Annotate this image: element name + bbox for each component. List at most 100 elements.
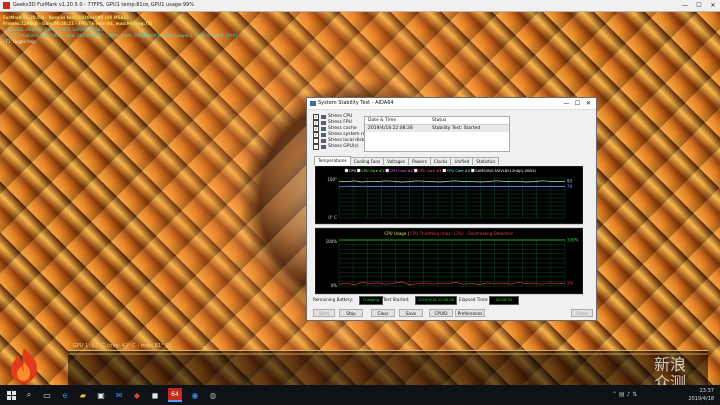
aida-maximize-button[interactable]: ☐ — [572, 98, 583, 109]
status-table: Date & Time Status 2019/4/18 22:08:28 St… — [364, 116, 510, 152]
minimize-button[interactable]: — — [678, 0, 692, 11]
app-gray-icon[interactable]: ◍ — [206, 388, 220, 402]
app-dark-icon[interactable]: ◼ — [148, 388, 162, 402]
cpu-icon — [321, 115, 326, 119]
clock-date: 2019/4/18 — [688, 396, 714, 402]
furmark-icon[interactable]: 64 — [168, 388, 182, 402]
furmark-osd: FurMark v1.20.5.0 - Burn-in test, 1920x1… — [3, 15, 237, 45]
legend-checkbox — [385, 168, 389, 173]
row-datetime: 2019/4/18 22:08:28 — [368, 126, 413, 131]
cpuid-button[interactable]: CPUID — [429, 309, 453, 317]
tab-statistics[interactable]: Statistics — [472, 157, 500, 165]
legend-entry: CPU — [349, 169, 357, 173]
cache-icon — [321, 127, 326, 131]
explorer-icon[interactable]: ▰ — [76, 388, 90, 402]
test-started-value: 2019/4/18 22:08:28 — [415, 296, 457, 305]
tab-powers[interactable]: Powers — [408, 157, 431, 165]
data-value-label: 5% — [567, 281, 574, 286]
save-button[interactable]: Save — [399, 309, 423, 317]
y-tick-label: 0% — [331, 283, 338, 288]
legend-checkbox — [344, 168, 349, 173]
legend-entry: SAMSUNG MZVLB512HAJQ-000H1 — [475, 169, 536, 173]
status-table-header: Date & Time Status — [365, 117, 509, 125]
app-red-icon[interactable]: ◆ — [130, 388, 144, 402]
stress-gpu-label: Stress GPU(s) — [328, 144, 359, 149]
furmark-app-icon — [3, 2, 10, 9]
gpu-icon — [321, 145, 326, 149]
osd-line-help: - F1: toggle help — [3, 39, 36, 44]
legend-checkbox — [357, 168, 361, 173]
maximize-button[interactable]: ☐ — [692, 0, 706, 11]
data-value-label: 79 — [567, 184, 573, 189]
chart-panel-bg — [314, 165, 584, 225]
y-tick-label: 100° — [327, 177, 337, 182]
test-started-label: Test Started: — [383, 297, 410, 302]
mail-icon[interactable]: ✉ — [112, 388, 126, 402]
fpu-icon — [321, 121, 326, 125]
aida-window-controls: — ☐ ✕ — [561, 98, 594, 109]
table-row[interactable]: 2019/4/18 22:08:28 Stability Test: Start… — [365, 125, 509, 132]
taskview-icon[interactable]: ▭ — [40, 388, 54, 402]
elapsed-label: Elapsed Time: — [459, 297, 489, 302]
row-status: Stability Test: Started — [432, 126, 481, 131]
usage-title-part: CPU Usage | — [384, 231, 410, 236]
legend-checkbox — [442, 168, 446, 173]
aida-close-button[interactable]: ✕ — [583, 98, 594, 109]
aida-status-bar: Remaining Battery: Charging Test Started… — [313, 296, 591, 305]
legend-checkbox — [471, 168, 475, 173]
elapsed-value: 00:28:59 — [489, 296, 519, 305]
usage-chart-title: CPU Usage | CPU Throttling (max: 11%) - … — [384, 231, 513, 236]
furmark-window-controls: — ☐ ✕ — [678, 0, 720, 11]
stop-button[interactable]: Stop — [339, 309, 363, 317]
store-icon[interactable]: ▣ — [94, 388, 108, 402]
edge-icon[interactable]: e — [58, 388, 72, 402]
datetime-column-header[interactable]: Date & Time — [365, 117, 428, 124]
tab-clocks[interactable]: Clocks — [429, 157, 452, 165]
status-column-header[interactable]: Status — [428, 117, 446, 124]
tab-temperatures[interactable]: Temperatures — [314, 156, 351, 165]
tab-cooling-fans[interactable]: Cooling Fans — [349, 157, 385, 165]
aida-minimize-button[interactable]: — — [561, 98, 572, 109]
close-dialog-button[interactable]: Close — [571, 309, 593, 317]
throttle-title-part: CPU Throttling (max: 11%) - Overheating … — [410, 231, 513, 236]
start-button[interactable]: Start — [313, 309, 335, 317]
tab-unified[interactable]: Unified — [450, 157, 474, 165]
clock-time: 23:37 — [699, 388, 714, 394]
aida-button-row: Start Stop Clear Save CPUID Preferences … — [313, 309, 595, 317]
aida-app-icon — [310, 101, 316, 106]
aida-titlebar[interactable]: System Stability Test - AIDA64 — ☐ ✕ — [307, 98, 596, 110]
monitor-tabs: Temperatures Cooling Fans Voltages Power… — [314, 156, 500, 165]
furmark-titlebar: Geeks3D FurMark v1.20.5.0 - 77FPS, GPU1 … — [0, 0, 720, 12]
legend-entry: CPU Core #2 — [390, 169, 413, 173]
furmark-logo — [11, 348, 38, 383]
legend-checkbox — [414, 168, 418, 173]
gpu-graph-label: GPU 1: 81° C (min: 42° C - max: 81° C) — [73, 343, 171, 349]
preferences-button[interactable]: Preferences — [455, 309, 485, 317]
aida-window-title: System Stability Test - AIDA64 — [318, 100, 394, 106]
aida-stability-window: System Stability Test - AIDA64 — ☐ ✕ ✓ St… — [306, 97, 597, 321]
start-icon[interactable] — [4, 388, 18, 402]
windows-taskbar: ⌕ ▭ e ▰ ▣ ✉ ◆ ◼ 64 ◉ ◍ ⌃ ▤ ♪ ⇅ 23:37 201… — [0, 385, 720, 405]
clear-button[interactable]: Clear — [371, 309, 395, 317]
windows-logo-icon — [6, 390, 16, 400]
osd-line-gpu: > GPU 1 (GeForce GTX 1660) - core: 1845M… — [3, 33, 237, 38]
tab-voltages[interactable]: Voltages — [383, 157, 410, 165]
aida-icon[interactable]: ◉ — [188, 388, 202, 402]
legend-entry: CPU Core #1 — [361, 169, 384, 173]
search-icon[interactable]: ⌕ — [22, 388, 36, 402]
gpu-temperature-graph-svg — [68, 353, 708, 355]
data-value-label: 100% — [567, 238, 579, 243]
taskbar-clock[interactable]: 23:37 2019/4/18 — [688, 387, 714, 403]
disk-icon — [321, 139, 326, 143]
legend-entry: CPU Core #4 — [447, 169, 471, 173]
stress-gpu-checkbox[interactable] — [313, 144, 319, 150]
legend-entry: CPU Core #3 — [418, 169, 441, 173]
furmark-window-title: Geeks3D FurMark v1.20.5.0 - 77FPS, GPU1 … — [13, 2, 194, 8]
memory-icon — [321, 133, 326, 137]
y-tick-label: 100% — [326, 239, 338, 244]
charts-area: 100° 0° C 93 79 100% 0% 100% 5% CPU CPU Core #1 CP… — [314, 165, 584, 296]
y-tick-label: 0° C — [328, 215, 337, 220]
gpu-temperature-graph — [68, 350, 708, 385]
system-tray[interactable]: ⌃ ▤ ♪ ⇅ — [612, 391, 637, 398]
close-button[interactable]: ✕ — [706, 0, 720, 11]
